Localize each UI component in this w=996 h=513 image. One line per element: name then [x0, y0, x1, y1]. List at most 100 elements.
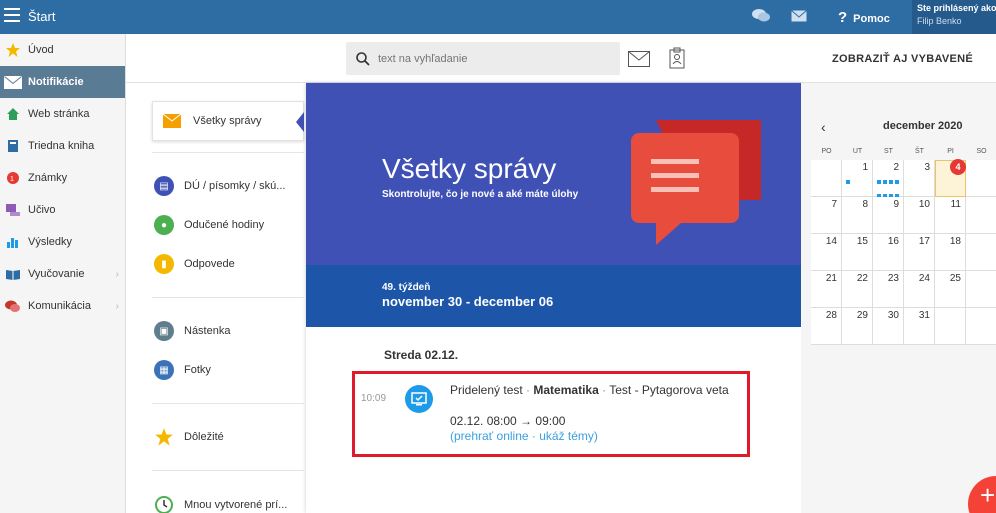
day-number: 25 [949, 273, 961, 284]
help-button[interactable]: ? Pomoc [838, 9, 890, 26]
day-number: 14 [825, 236, 837, 247]
top-bar: Štart ? Pomoc Ste prihlásený ako Filip Be… [0, 0, 996, 34]
user-box[interactable]: Ste prihlásený ako Filip Benko [912, 0, 996, 34]
chevron-left-icon[interactable]: ‹ [821, 119, 826, 135]
calendar-day[interactable]: 15 [842, 234, 873, 271]
envelope-icon [163, 114, 181, 128]
sidebar-item-label: Výsledky [28, 236, 73, 248]
calendar-day[interactable]: 10 [904, 197, 935, 234]
calendar-day[interactable]: 30 [873, 308, 904, 345]
play-online-link[interactable]: (prehrať online [450, 429, 529, 443]
week-band: 49. týždeň november 30 - december 06 [306, 265, 801, 327]
mail-icon[interactable] [791, 10, 807, 22]
calendar-day[interactable] [966, 197, 996, 234]
calendar-day[interactable] [966, 160, 996, 197]
calendar-day[interactable]: 11 [935, 197, 966, 234]
calendar-day[interactable]: 9 [873, 197, 904, 234]
sidebar-item-vyucovanie[interactable]: Vyučovanie › [0, 258, 125, 290]
filter-lessons[interactable]: ● Odučené hodiny [154, 209, 264, 241]
envelope-icon [4, 73, 22, 91]
day-number: 23 [887, 273, 899, 284]
day-number: 24 [918, 273, 930, 284]
sidebar-item-uvod[interactable]: Úvod [0, 34, 125, 66]
calendar-day[interactable]: 8 [842, 197, 873, 234]
calendar-day[interactable]: 25 [935, 271, 966, 308]
week-range: november 30 - december 06 [382, 294, 554, 309]
search-box[interactable] [346, 42, 620, 75]
calendar-day[interactable] [966, 271, 996, 308]
sidebar-item-komunikacia[interactable]: Komunikácia › [0, 290, 125, 322]
filter-created-by-me[interactable]: Mnou vytvorené prí... [154, 489, 287, 513]
envelope-icon[interactable] [628, 51, 650, 67]
calendar-day[interactable]: 4 [935, 159, 966, 197]
sidebar-item-znamky[interactable]: 1 Známky [0, 162, 125, 194]
sidebar-item-notifikacie[interactable]: Notifikácie [0, 66, 125, 98]
id-badge-icon[interactable] [669, 47, 685, 69]
calendar-day[interactable] [935, 308, 966, 345]
day-number: 18 [949, 236, 961, 247]
show-topics-link[interactable]: ukáž témy) [539, 429, 598, 443]
filter-photos[interactable]: ▦ Fotky [154, 354, 211, 386]
calendar-day[interactable]: 17 [904, 234, 935, 271]
calendar-day[interactable]: 23 [873, 271, 904, 308]
calendar-day[interactable]: 16 [873, 234, 904, 271]
calendar-day[interactable]: 28 [811, 308, 842, 345]
calendar-header: ‹ december 2020 [801, 119, 996, 135]
day-number: 21 [825, 273, 837, 284]
day-number: 9 [893, 199, 899, 210]
filter-noticeboard[interactable]: ▣ Nástenka [154, 315, 230, 347]
photo-icon: ▦ [154, 360, 174, 380]
calendar-day[interactable]: 31 [904, 308, 935, 345]
calendar-day[interactable] [966, 234, 996, 271]
calendar-day[interactable]: 24 [904, 271, 935, 308]
calendar-day[interactable]: 7 [811, 197, 842, 234]
weekday-label: SO [976, 148, 987, 155]
lesson-icon: ● [154, 215, 174, 235]
search-input[interactable] [378, 52, 598, 65]
grades-icon: 1 [4, 169, 22, 187]
filter-label: Všetky správy [193, 115, 262, 127]
day-number: 28 [825, 310, 837, 321]
day-header: Streda 02.12. [384, 348, 459, 362]
calendar-day[interactable] [811, 160, 842, 197]
curriculum-icon [4, 201, 22, 219]
refresh-icon [155, 496, 173, 513]
filter-answers[interactable]: ▮ Odpovede [154, 248, 235, 280]
calendar-day[interactable]: 3 [904, 160, 935, 197]
filter-list: Všetky správy ▤ DÚ / písomky / skú... ● … [126, 83, 306, 513]
day-number: 11 [950, 199, 961, 210]
menu-icon[interactable] [4, 8, 20, 22]
page-title: Všetky správy [382, 153, 557, 184]
sidebar-item-vysledky[interactable]: Výsledky [0, 226, 125, 258]
sidebar: Úvod Notifikácie Web stránka Triedna kni… [0, 34, 126, 513]
filter-all-messages[interactable]: Všetky správy [152, 101, 304, 141]
sidebar-item-label: Úvod [28, 44, 54, 56]
calendar-day[interactable]: 2 [873, 160, 904, 198]
calendar-day[interactable]: 22 [842, 271, 873, 308]
event-card[interactable]: 10:09 Pridelený test · Matematika · Test… [352, 371, 750, 457]
weekday-label: ŠT [915, 148, 924, 155]
show-resolved-button[interactable]: ZOBRAZIŤ AJ VYBAVENÉ [832, 53, 973, 65]
day-number: 1 [862, 162, 868, 173]
messages-illustration-icon [631, 120, 761, 245]
filter-label: Fotky [184, 364, 211, 376]
weekday-label: PI [947, 148, 954, 155]
app-title[interactable]: Štart [28, 9, 55, 24]
chevron-right-icon: › [115, 268, 119, 280]
filter-homework[interactable]: ▤ DÚ / písomky / skú... [154, 170, 285, 202]
sidebar-item-web-stranka[interactable]: Web stránka [0, 98, 125, 130]
calendar-day[interactable]: 29 [842, 308, 873, 345]
chat-icon[interactable] [752, 8, 770, 24]
filter-important[interactable]: Dôležité [154, 421, 224, 453]
calendar-day[interactable] [966, 308, 996, 345]
calendar-day[interactable]: 18 [935, 234, 966, 271]
calendar-day[interactable]: 1 [842, 160, 873, 197]
calendar-day[interactable]: 21 [811, 271, 842, 308]
event-title: Pridelený test · Matematika · Test - Pyt… [450, 383, 740, 398]
answers-icon: ▮ [154, 254, 174, 274]
sidebar-item-ucivo[interactable]: Učivo [0, 194, 125, 226]
calendar-month: december 2020 [883, 120, 963, 132]
sidebar-item-triedna-kniha[interactable]: Triedna kniha [0, 130, 125, 162]
divider [152, 297, 304, 298]
calendar-day[interactable]: 14 [811, 234, 842, 271]
